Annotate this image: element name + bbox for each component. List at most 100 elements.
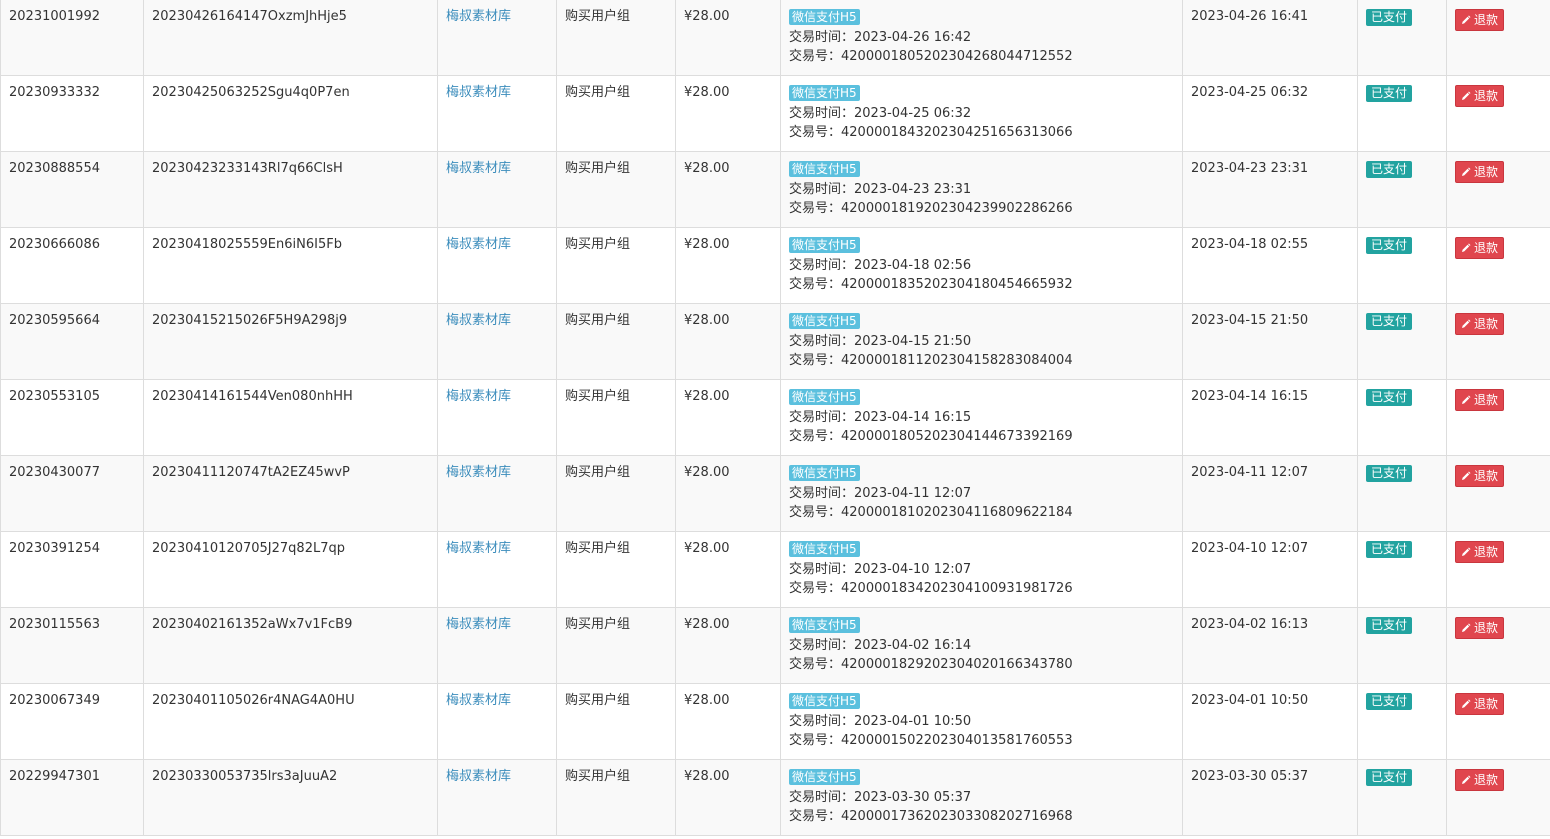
payment-method-badge: 微信支付H5 bbox=[789, 693, 860, 709]
refund-button[interactable]: 退款 bbox=[1455, 85, 1505, 107]
created-time-cell: 2023-04-18 02:55 bbox=[1182, 227, 1358, 304]
trade-number-line: 交易号：4200001843202304251656313066 bbox=[789, 123, 1174, 143]
order-number-cell: 20230410120705J27q82L7qp bbox=[143, 531, 438, 608]
trade-time-value: 2023-04-15 21:50 bbox=[854, 333, 972, 349]
site-link[interactable]: 梅叔素材库 bbox=[446, 541, 511, 556]
refund-button[interactable]: 退款 bbox=[1455, 693, 1505, 715]
trade-number-line: 交易号：4200001834202304100931981726 bbox=[789, 579, 1174, 599]
trade-time-label: 交易时间： bbox=[789, 637, 855, 653]
refund-button-label: 退款 bbox=[1474, 13, 1499, 27]
status-badge: 已支付 bbox=[1366, 313, 1413, 330]
trade-time-line: 交易时间：2023-04-25 06:32 bbox=[789, 104, 1174, 124]
refund-button[interactable]: 退款 bbox=[1455, 541, 1505, 563]
trade-time-value: 2023-03-30 05:37 bbox=[854, 789, 972, 805]
created-time-cell: 2023-04-01 10:50 bbox=[1182, 683, 1358, 760]
trade-number-line: 交易号：4200001805202304144673392169 bbox=[789, 427, 1174, 447]
order-amount: ¥28.00 bbox=[684, 617, 730, 632]
pencil-icon bbox=[1462, 91, 1471, 100]
site-link[interactable]: 梅叔素材库 bbox=[446, 769, 511, 784]
order-amount: ¥28.00 bbox=[684, 389, 730, 404]
action-cell: 退款 bbox=[1446, 303, 1550, 380]
created-time: 2023-04-14 16:15 bbox=[1191, 389, 1309, 404]
trade-time-line: 交易时间：2023-04-18 02:56 bbox=[789, 256, 1174, 276]
payment-detail-cell: 微信支付H5 交易时间：2023-04-10 12:07 交易号：4200001… bbox=[780, 531, 1183, 608]
refund-button-label: 退款 bbox=[1474, 621, 1499, 635]
refund-button[interactable]: 退款 bbox=[1455, 161, 1505, 183]
trade-number-value: 4200001805202304268044712552 bbox=[841, 49, 1073, 64]
status-cell: 已支付 bbox=[1357, 531, 1447, 608]
order-number: 20230410120705J27q82L7qp bbox=[152, 541, 345, 556]
order-id: 20230115563 bbox=[9, 617, 100, 632]
refund-button[interactable]: 退款 bbox=[1455, 313, 1505, 335]
created-time: 2023-04-25 06:32 bbox=[1191, 85, 1309, 100]
refund-button[interactable]: 退款 bbox=[1455, 237, 1505, 259]
order-id-cell: 20230553105 bbox=[0, 379, 144, 456]
site-link[interactable]: 梅叔素材库 bbox=[446, 389, 511, 404]
trade-time-label: 交易时间： bbox=[789, 485, 855, 501]
site-link[interactable]: 梅叔素材库 bbox=[446, 617, 511, 632]
status-cell: 已支付 bbox=[1357, 455, 1447, 532]
payment-method-badge: 微信支付H5 bbox=[789, 313, 860, 329]
order-number: 20230425063252Sgu4q0P7en bbox=[152, 85, 350, 100]
action-cell: 退款 bbox=[1446, 151, 1550, 228]
site-link[interactable]: 梅叔素材库 bbox=[446, 313, 511, 328]
order-id-cell: 20230115563 bbox=[0, 607, 144, 684]
trade-time-label: 交易时间： bbox=[789, 561, 855, 577]
site-cell: 梅叔素材库 bbox=[437, 759, 557, 836]
table-row: 20230888554 20230423233143Rl7q66ClsH 梅叔素… bbox=[0, 151, 1550, 228]
refund-button[interactable]: 退款 bbox=[1455, 465, 1505, 487]
trade-number-label: 交易号： bbox=[789, 429, 842, 444]
refund-button[interactable]: 退款 bbox=[1455, 617, 1505, 639]
order-id-cell: 20230430077 bbox=[0, 455, 144, 532]
trade-time-line: 交易时间：2023-04-26 16:42 bbox=[789, 28, 1174, 48]
product-name: 购买用户组 bbox=[565, 85, 631, 100]
trade-time-line: 交易时间：2023-04-10 12:07 bbox=[789, 560, 1174, 580]
status-badge: 已支付 bbox=[1366, 9, 1413, 26]
site-link[interactable]: 梅叔素材库 bbox=[446, 161, 511, 176]
payment-method-badge: 微信支付H5 bbox=[789, 161, 860, 177]
order-number: 20230411120747tA2EZ45wvP bbox=[152, 465, 350, 480]
trade-time-line: 交易时间：2023-03-30 05:37 bbox=[789, 788, 1174, 808]
order-amount: ¥28.00 bbox=[684, 237, 730, 252]
site-cell: 梅叔素材库 bbox=[437, 455, 557, 532]
amount-cell: ¥28.00 bbox=[675, 151, 781, 228]
order-number: 20230426164147OxzmJhHje5 bbox=[152, 9, 347, 24]
table-row: 20230666086 20230418025559En6iN6I5Fb 梅叔素… bbox=[0, 227, 1550, 304]
payment-method-badge: 微信支付H5 bbox=[789, 541, 860, 557]
trade-number-label: 交易号： bbox=[789, 657, 842, 672]
order-id: 20230067349 bbox=[9, 693, 100, 708]
amount-cell: ¥28.00 bbox=[675, 531, 781, 608]
site-link[interactable]: 梅叔素材库 bbox=[446, 693, 511, 708]
trade-number-value: 4200001810202304116809622184 bbox=[841, 505, 1073, 520]
site-link[interactable]: 梅叔素材库 bbox=[446, 237, 511, 252]
order-id: 20230595664 bbox=[9, 313, 100, 328]
product-cell: 购买用户组 bbox=[556, 75, 676, 152]
site-link[interactable]: 梅叔素材库 bbox=[446, 9, 511, 24]
product-name: 购买用户组 bbox=[565, 541, 631, 556]
action-cell: 退款 bbox=[1446, 379, 1550, 456]
order-number: 20230402161352aWx7v1FcB9 bbox=[152, 617, 353, 632]
site-cell: 梅叔素材库 bbox=[437, 75, 557, 152]
pencil-icon bbox=[1462, 775, 1471, 784]
site-link[interactable]: 梅叔素材库 bbox=[446, 85, 511, 100]
status-badge: 已支付 bbox=[1366, 769, 1413, 786]
refund-button[interactable]: 退款 bbox=[1455, 9, 1505, 31]
amount-cell: ¥28.00 bbox=[675, 75, 781, 152]
refund-button[interactable]: 退款 bbox=[1455, 769, 1505, 791]
site-cell: 梅叔素材库 bbox=[437, 227, 557, 304]
payment-detail-cell: 微信支付H5 交易时间：2023-04-26 16:42 交易号：4200001… bbox=[780, 0, 1183, 76]
refund-button-label: 退款 bbox=[1474, 89, 1499, 103]
created-time-cell: 2023-03-30 05:37 bbox=[1182, 759, 1358, 836]
created-time: 2023-04-15 21:50 bbox=[1191, 313, 1309, 328]
refund-button-label: 退款 bbox=[1474, 697, 1499, 711]
site-link[interactable]: 梅叔素材库 bbox=[446, 465, 511, 480]
status-cell: 已支付 bbox=[1357, 683, 1447, 760]
status-cell: 已支付 bbox=[1357, 227, 1447, 304]
amount-cell: ¥28.00 bbox=[675, 759, 781, 836]
order-id: 20231001992 bbox=[9, 9, 100, 24]
product-name: 购买用户组 bbox=[565, 617, 631, 632]
product-cell: 购买用户组 bbox=[556, 379, 676, 456]
refund-button[interactable]: 退款 bbox=[1455, 389, 1505, 411]
order-id-cell: 20230888554 bbox=[0, 151, 144, 228]
payment-detail-cell: 微信支付H5 交易时间：2023-04-18 02:56 交易号：4200001… bbox=[780, 227, 1183, 304]
